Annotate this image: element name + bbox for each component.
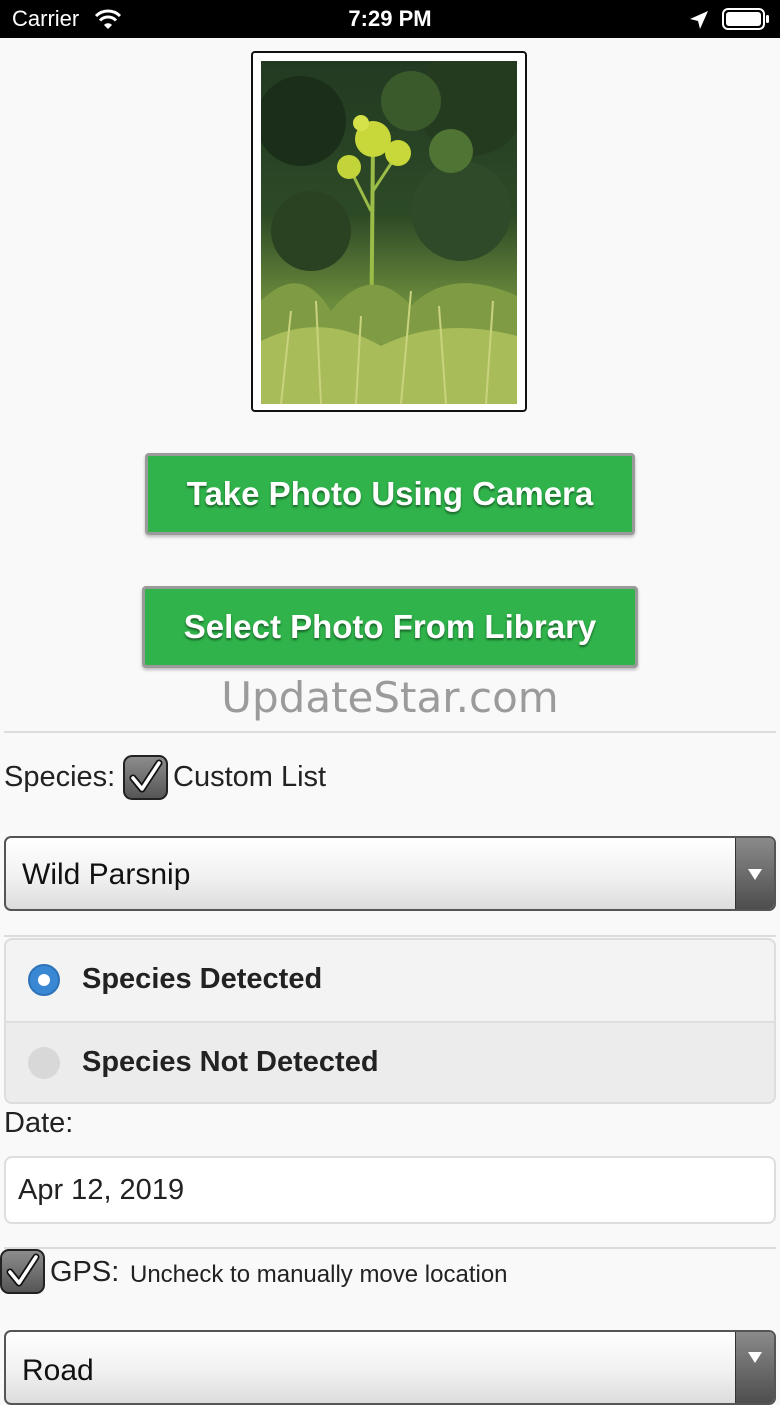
date-label: Date:: [4, 1107, 74, 1139]
gps-checkbox[interactable]: [0, 1249, 45, 1294]
radio-label: Species Not Detected: [82, 1046, 379, 1078]
select-photo-button[interactable]: Select Photo From Library: [142, 586, 638, 668]
location-arrow-icon: [690, 11, 708, 29]
custom-list-label: Custom List: [173, 761, 327, 793]
take-photo-button[interactable]: Take Photo Using Camera: [145, 453, 635, 535]
photo-frame: [251, 51, 527, 412]
species-select-value: Wild Parsnip: [22, 858, 191, 891]
plant-photo: [261, 61, 517, 404]
radio-selected-icon: [28, 964, 60, 996]
checkmark-icon: [129, 759, 163, 793]
divider: [4, 1247, 776, 1249]
gps-hint: Uncheck to manually move location: [130, 1261, 508, 1288]
clock: 7:29 PM: [348, 6, 432, 31]
location-type-select[interactable]: Road: [4, 1330, 776, 1405]
radio-species-not-detected[interactable]: Species Not Detected: [6, 1021, 774, 1102]
chevron-down-icon: [735, 1332, 774, 1403]
detection-radio-group: Species Detected Species Not Detected: [4, 938, 776, 1104]
status-bar: Carrier 7:29 PM: [0, 0, 780, 38]
radio-label: Species Detected: [82, 963, 323, 995]
location-type-value: Road: [22, 1354, 94, 1387]
checkmark-icon: [6, 1253, 40, 1287]
species-select[interactable]: Wild Parsnip: [4, 836, 776, 911]
radio-species-detected[interactable]: Species Detected: [6, 940, 774, 1021]
gps-label: GPS:: [50, 1256, 120, 1288]
custom-list-checkbox[interactable]: [123, 755, 168, 800]
species-label: Species:: [4, 761, 116, 793]
divider: [4, 731, 776, 733]
radio-unselected-icon: [28, 1047, 60, 1079]
divider: [4, 935, 776, 937]
battery-icon: [722, 8, 769, 30]
date-field[interactable]: Apr 12, 2019: [4, 1156, 776, 1224]
chevron-down-icon: [735, 838, 774, 909]
watermark: UpdateStar.com: [221, 673, 559, 722]
